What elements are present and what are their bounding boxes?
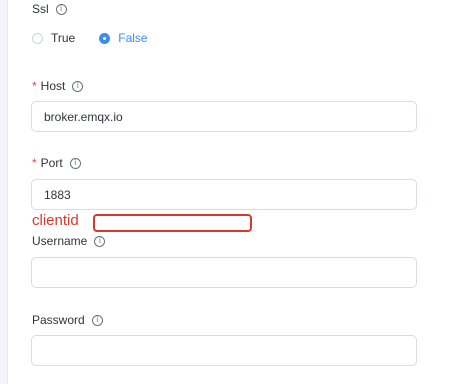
connection-form: Ssl i True False * Host i * Port i clien… bbox=[0, 0, 474, 384]
port-label: Port bbox=[40, 156, 63, 170]
radio-circle-icon bbox=[32, 32, 43, 44]
ssl-label-row: Ssl i bbox=[32, 2, 67, 16]
username-label-row: Username i bbox=[32, 234, 106, 248]
info-circle-icon[interactable]: i bbox=[69, 157, 81, 169]
password-label-row: Password i bbox=[32, 313, 103, 327]
host-label-row: * Host i bbox=[32, 79, 84, 93]
ssl-radio-false-label: False bbox=[118, 31, 148, 45]
host-label: Host bbox=[40, 79, 66, 93]
required-mark: * bbox=[32, 156, 37, 170]
ssl-radio-false[interactable]: False bbox=[99, 31, 148, 45]
port-label-row: * Port i bbox=[32, 156, 81, 170]
ssl-radio-group: True False bbox=[32, 31, 148, 45]
ssl-radio-true[interactable]: True bbox=[32, 31, 75, 45]
port-input[interactable] bbox=[31, 179, 417, 210]
host-input[interactable] bbox=[31, 101, 417, 132]
ssl-radio-true-label: True bbox=[51, 31, 76, 45]
username-input[interactable] bbox=[31, 257, 417, 288]
username-label: Username bbox=[32, 234, 88, 248]
left-panel-edge bbox=[0, 0, 8, 384]
password-input[interactable] bbox=[31, 335, 417, 366]
ssl-label: Ssl bbox=[32, 2, 49, 16]
info-circle-icon[interactable]: i bbox=[94, 235, 106, 247]
annotation-clientid-text: clientid bbox=[32, 212, 79, 229]
info-circle-icon[interactable]: i bbox=[91, 314, 103, 326]
info-circle-icon[interactable]: i bbox=[72, 80, 84, 92]
info-circle-icon[interactable]: i bbox=[55, 3, 67, 15]
annotation-highlight-box bbox=[93, 214, 252, 232]
required-mark: * bbox=[32, 79, 37, 93]
radio-checked-icon bbox=[99, 32, 111, 44]
password-label: Password bbox=[32, 313, 85, 327]
